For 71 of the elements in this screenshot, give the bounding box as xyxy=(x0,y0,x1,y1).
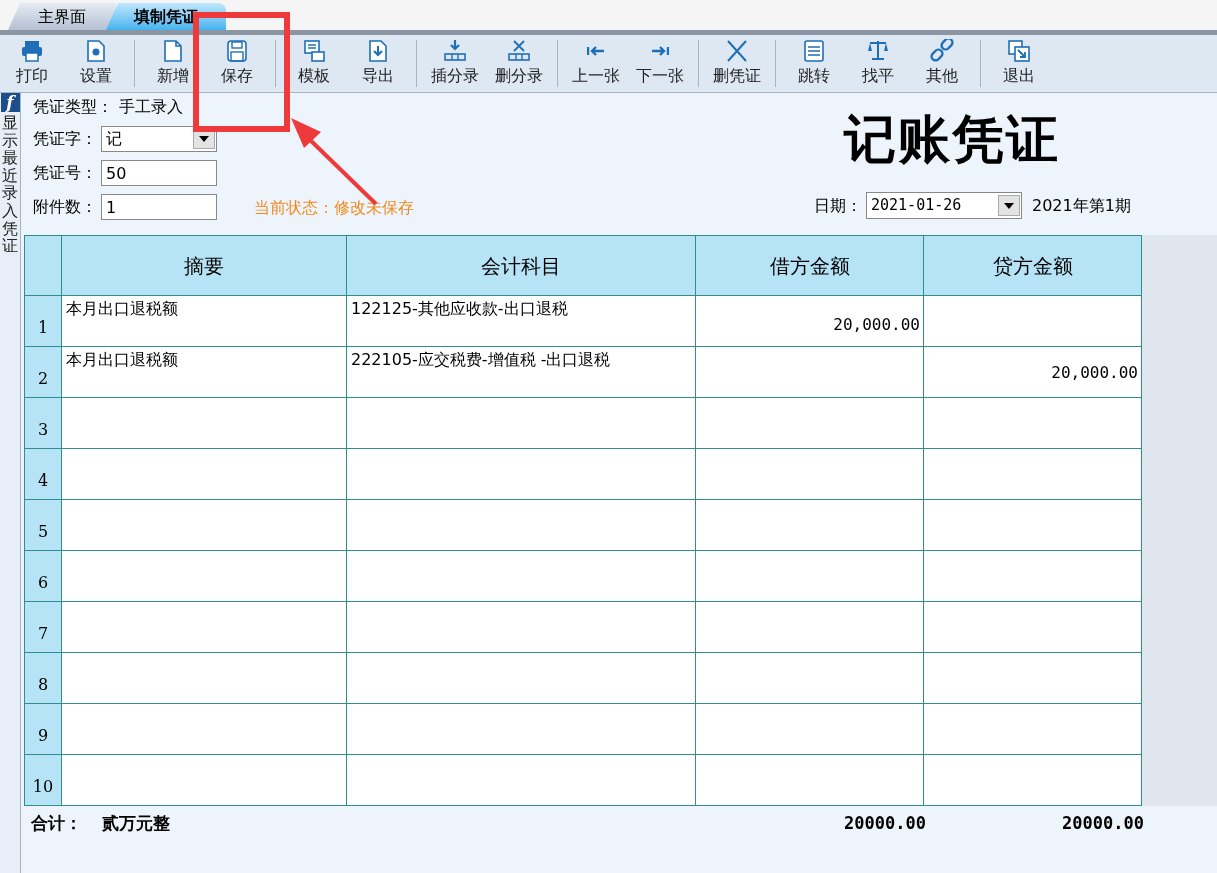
row-number: 9 xyxy=(24,703,62,755)
field-label: 凭证号： xyxy=(33,162,97,184)
total-debit: 20000.00 xyxy=(843,812,926,836)
toolbar-button[interactable]: 导出 xyxy=(346,35,410,92)
row-number: 5 xyxy=(24,499,62,551)
arrow-left-bar-icon xyxy=(587,46,605,56)
column-header: 摘要 xyxy=(61,235,347,296)
voucher-title: 记账凭证 xyxy=(844,113,1060,165)
row-number: 2 xyxy=(24,346,62,398)
scales-icon xyxy=(866,39,890,63)
field-label: 凭证类型： xyxy=(33,96,113,118)
amount-in-words: 贰万元整 xyxy=(102,812,170,836)
arrow-right-bar-icon xyxy=(651,46,669,56)
total-label: 合计： xyxy=(31,812,82,836)
toolbar-button[interactable]: 退出 xyxy=(987,35,1051,92)
printer-icon xyxy=(20,39,44,63)
window-stack-icon xyxy=(302,39,326,63)
table-cell: 222105-应交税费-增值税 -出口退税 xyxy=(346,346,696,398)
toolbar-button[interactable]: 下一张 xyxy=(628,35,692,92)
row-number: 8 xyxy=(24,652,62,704)
tab[interactable]: 主界面 xyxy=(8,3,116,30)
cross-grid-icon xyxy=(507,39,531,63)
close-icon xyxy=(725,39,749,63)
toolbar-button[interactable]: 删分录 xyxy=(487,35,551,92)
toolbar-button[interactable]: 跳转 xyxy=(782,35,846,92)
row-number: 1 xyxy=(24,295,62,347)
toolbar-button[interactable]: 其他 xyxy=(910,35,974,92)
link-icon xyxy=(930,39,954,63)
toolbar-button[interactable]: 设置 xyxy=(64,35,128,92)
download-document-icon xyxy=(366,39,390,63)
row-number: 10 xyxy=(24,754,62,806)
toolbar-button[interactable]: 上一张 xyxy=(564,35,628,92)
toolbar-button[interactable]: 找平 xyxy=(846,35,910,92)
side-panel-label: 显示最近录入凭证 xyxy=(2,114,18,255)
row-number: 4 xyxy=(24,448,62,500)
voucher-type-value: 手工录入 xyxy=(119,96,183,118)
document-icon xyxy=(161,39,185,63)
table-cell: 20,000.00 xyxy=(695,295,924,347)
function-icon: f xyxy=(0,93,20,112)
input-field[interactable]: 1 xyxy=(101,194,217,220)
field-label: 附件数： xyxy=(33,196,97,218)
gear-document-icon xyxy=(84,39,108,63)
toolbar-button[interactable]: 插分录 xyxy=(423,35,487,92)
dropdown-arrow-icon xyxy=(1004,202,1014,209)
row-number: 6 xyxy=(24,550,62,602)
dropdown-arrow-icon xyxy=(199,136,209,142)
list-icon xyxy=(802,39,826,63)
dropdown-field[interactable]: 记 xyxy=(101,126,217,152)
table-cell: 122125-其他应收款-出口退税 xyxy=(346,295,696,347)
toolbar-button[interactable]: 保存 xyxy=(205,35,269,92)
row-number: 3 xyxy=(24,397,62,449)
input-field[interactable]: 50 xyxy=(101,160,217,186)
save-icon xyxy=(225,39,249,63)
row-number: 7 xyxy=(24,601,62,653)
arrow-down-grid-icon xyxy=(443,39,467,63)
column-header: 借方金额 xyxy=(695,235,924,296)
table-cell: 本月出口退税额 xyxy=(61,346,347,398)
field-label: 日期： xyxy=(814,194,862,217)
field-label: 凭证字： xyxy=(33,128,97,150)
table-cell: 20,000.00 xyxy=(923,346,1142,398)
toolbar-button[interactable]: 删凭证 xyxy=(705,35,769,92)
table-cell: 本月出口退税额 xyxy=(61,295,347,347)
exit-icon xyxy=(1007,39,1031,63)
column-header: 贷方金额 xyxy=(923,235,1142,296)
toolbar-button[interactable]: 打印 xyxy=(0,35,64,92)
toolbar-button[interactable]: 新增 xyxy=(141,35,205,92)
toolbar-button[interactable]: 模板 xyxy=(282,35,346,92)
column-header: 会计科目 xyxy=(346,235,696,296)
date-picker[interactable]: 2021-01-26 xyxy=(866,192,1022,219)
period-label: 2021年第1期 xyxy=(1032,194,1131,217)
total-credit: 20000.00 xyxy=(1061,812,1144,836)
